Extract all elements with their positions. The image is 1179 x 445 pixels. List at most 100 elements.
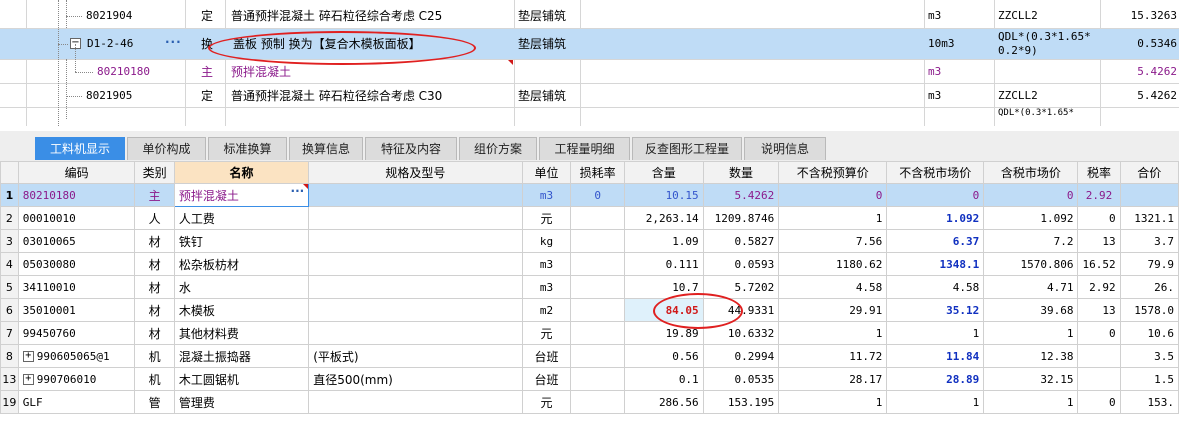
cell-category[interactable]: 主 (134, 183, 175, 207)
cell-code[interactable]: 05030080 (17, 252, 136, 276)
col-header-total[interactable]: 合价 (1119, 161, 1179, 184)
col-header-tax-rate[interactable]: 税率 (1077, 161, 1121, 184)
cell-taxed-market-price[interactable]: 1 (983, 390, 1079, 414)
cell-tax-rate[interactable]: 0 (1077, 321, 1121, 345)
cell-loss-rate[interactable] (570, 367, 625, 391)
cell-name[interactable]: 松杂板枋材 (173, 252, 310, 276)
cell-pretax-budget-price[interactable]: 1 (778, 321, 888, 345)
cell-category[interactable]: 机 (134, 367, 175, 391)
col-header-category[interactable]: 类别 (134, 161, 175, 184)
tab-quantity-details[interactable]: 工程量明细 (539, 137, 630, 160)
cell-total[interactable]: 10.6 (1119, 321, 1179, 345)
col-header-name[interactable]: 名称 (173, 161, 310, 184)
cell-spec[interactable] (308, 183, 523, 207)
expand-icon[interactable]: + (22, 374, 34, 385)
cell-content[interactable]: 19.89 (623, 321, 704, 345)
cell-content[interactable]: 0.56 (623, 344, 704, 368)
cell-pretax-market-price[interactable]: 1348.1 (886, 252, 985, 276)
tab-unit-price-composition[interactable]: 单价构成 (127, 137, 206, 160)
cell-category[interactable]: 材 (134, 321, 175, 345)
tab-description[interactable]: 说明信息 (744, 137, 826, 160)
cell-pretax-budget-price[interactable]: 4.58 (778, 275, 888, 299)
cell-name[interactable]: 人工费 (173, 206, 310, 230)
cell-name[interactable]: 水 (173, 275, 310, 299)
cell-loss-rate[interactable] (570, 275, 625, 299)
cell-unit[interactable]: m3 (521, 252, 572, 276)
cell-content[interactable]: 286.56 (623, 390, 704, 414)
cell-unit[interactable]: 元 (521, 321, 572, 345)
cell-unit[interactable]: kg (521, 229, 572, 253)
cell-name[interactable]: 混凝土振捣器 (173, 344, 310, 368)
cell-pretax-market-price[interactable]: 0 (886, 183, 985, 207)
cell-total[interactable]: 153. (1119, 390, 1179, 414)
tab-labor-material-machine[interactable]: 工料机显示 (35, 137, 125, 160)
cell-spec[interactable] (308, 206, 523, 230)
cell-spec[interactable] (308, 298, 523, 322)
table-row[interactable]: 5 34110010 材 水 m3 10.7 5.7202 4.58 4.58 … (0, 275, 1179, 299)
tab-pricing-scheme[interactable]: 组价方案 (459, 137, 537, 160)
cell-loss-rate[interactable] (570, 206, 625, 230)
cell-unit[interactable]: 台班 (521, 344, 572, 368)
table-row[interactable]: 4 05030080 材 松杂板枋材 m3 0.111 0.0593 1180.… (0, 252, 1179, 276)
col-header-pretax-market-price[interactable]: 不含税市场价 (886, 161, 985, 184)
cell-name[interactable]: 铁钉 (173, 229, 310, 253)
cell-content[interactable]: 10.15 (623, 183, 704, 207)
cell-pretax-market-price[interactable]: 6.37 (886, 229, 985, 253)
cell-unit[interactable]: 台班 (521, 367, 572, 391)
cell-spec[interactable] (308, 252, 523, 276)
cell-tax-rate[interactable]: 13 (1077, 298, 1121, 322)
cell-tax-rate[interactable]: 13 (1077, 229, 1121, 253)
cell-quantity[interactable]: 0.2994 (702, 344, 780, 368)
cell-tax-rate[interactable]: 2.92 (1077, 183, 1121, 207)
col-header-unit[interactable]: 单位 (521, 161, 572, 184)
cell-category[interactable]: 机 (134, 344, 175, 368)
table-row-selected[interactable]: 1 80210180 主 预拌混凝土 ··· m3 0 10.15 5.4262… (0, 183, 1179, 207)
cell-spec[interactable] (308, 229, 523, 253)
col-header-code[interactable]: 编码 (17, 161, 136, 184)
cell-tax-rate[interactable]: 16.52 (1077, 252, 1121, 276)
table-row[interactable]: 6 35010001 材 木模板 m2 84.05 44.9331 29.91 … (0, 298, 1179, 322)
cell-taxed-market-price[interactable]: 1570.806 (983, 252, 1079, 276)
cell-pretax-budget-price[interactable]: 28.17 (778, 367, 888, 391)
cell-code-expandable[interactable]: +990605065@1 (17, 344, 136, 368)
cell-name[interactable]: 木工圆锯机 (173, 367, 310, 391)
cell-category[interactable]: 材 (134, 298, 175, 322)
cell-code[interactable]: 00010010 (17, 206, 136, 230)
cell-quantity[interactable]: 5.7202 (702, 275, 780, 299)
cell-pretax-budget-price[interactable]: 11.72 (778, 344, 888, 368)
quota-row-partial[interactable]: QDL*(0.3*1.65* (0, 108, 1179, 126)
more-icon[interactable]: ··· (165, 35, 182, 49)
cell-spec[interactable]: (平板式) (308, 344, 523, 368)
tab-standard-conversion[interactable]: 标准换算 (208, 137, 287, 160)
cell-code[interactable]: 80210180 (17, 183, 136, 207)
cell-pretax-budget-price[interactable]: 1 (778, 390, 888, 414)
col-header-loss-rate[interactable]: 损耗率 (570, 161, 625, 184)
tab-features-content[interactable]: 特征及内容 (365, 137, 457, 160)
cell-unit[interactable]: 元 (521, 390, 572, 414)
quota-row[interactable]: 8021905 定 普通预拌混凝土 碎石粒径综合考虑 C30 垫层铺筑 m3 Z… (0, 84, 1179, 108)
cell-loss-rate[interactable] (570, 344, 625, 368)
cell-name[interactable]: 木模板 (173, 298, 310, 322)
cell-quantity[interactable]: 0.5827 (702, 229, 780, 253)
cell-quantity[interactable]: 44.9331 (702, 298, 780, 322)
cell-quantity[interactable]: 10.6332 (702, 321, 780, 345)
table-row[interactable]: 2 00010010 人 人工费 元 2,263.14 1209.8746 1 … (0, 206, 1179, 230)
cell-taxed-market-price[interactable]: 12.38 (983, 344, 1079, 368)
cell-tax-rate[interactable] (1077, 344, 1121, 368)
col-header-spec[interactable]: 规格及型号 (308, 161, 523, 184)
cell-category[interactable]: 材 (134, 275, 175, 299)
cell-unit[interactable]: m2 (521, 298, 572, 322)
cell-spec[interactable] (308, 321, 523, 345)
cell-tax-rate[interactable]: 0 (1077, 206, 1121, 230)
col-header-pretax-budget-price[interactable]: 不含税预算价 (778, 161, 888, 184)
cell-pretax-budget-price[interactable]: 1180.62 (778, 252, 888, 276)
more-icon[interactable]: ··· (291, 185, 305, 199)
cell-category[interactable]: 材 (134, 252, 175, 276)
cell-loss-rate[interactable] (570, 321, 625, 345)
cell-tax-rate[interactable]: 2.92 (1077, 275, 1121, 299)
col-header-taxed-market-price[interactable]: 含税市场价 (983, 161, 1079, 184)
cell-spec[interactable] (308, 390, 523, 414)
table-row[interactable]: 19 GLF 管 管理费 元 286.56 153.195 1 1 1 0 15… (0, 390, 1179, 414)
cell-pretax-market-price[interactable]: 1 (886, 390, 985, 414)
cell-tax-rate[interactable] (1077, 367, 1121, 391)
